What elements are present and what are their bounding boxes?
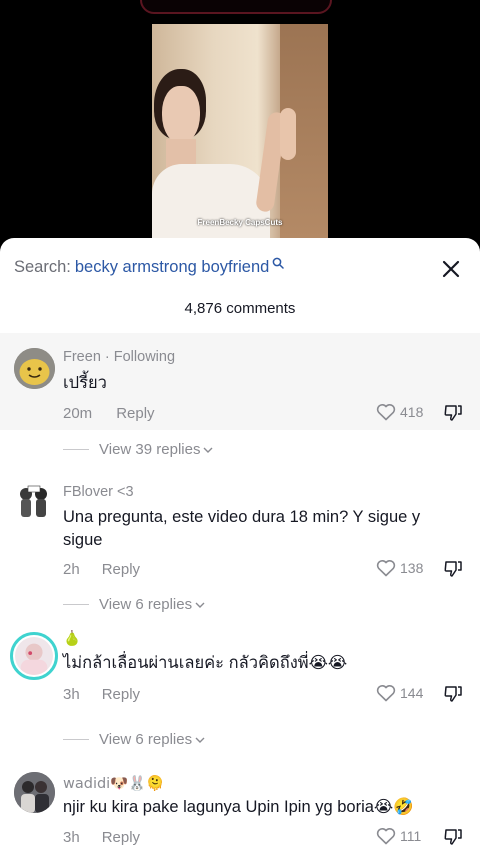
like-count: 111 [400,828,422,844]
search-prefix: Search: [14,257,71,276]
avatar[interactable] [13,484,56,520]
comment-time: 3h [63,686,80,703]
comment-text: เปรี้ยว [63,374,107,392]
like-count: 144 [400,685,424,701]
video-torso [152,164,270,240]
comment-username[interactable]: 🍐 [63,630,81,647]
video-thumbnail[interactable]: FreenBecky CapsCuts [152,24,328,240]
avatar[interactable] [10,632,58,680]
close-icon[interactable] [440,258,462,280]
comment-meta: 3h Reply [63,829,140,846]
heart-icon [376,560,396,577]
like-count: 138 [400,560,424,576]
video-watermark: FreenBecky CapsCuts [197,218,283,227]
comment-item: FBlover <3 Una pregunta, este video dura… [0,476,480,580]
comment-username[interactable]: wadidi🐶🐰🫠 [63,775,164,792]
two-girls-sketch-icon [13,484,56,520]
search-query-link[interactable]: becky armstrong boyfriend [75,258,269,277]
search-suggestion[interactable]: Search: becky armstrong boyfriend [14,256,285,278]
reply-button[interactable]: Reply [102,686,140,703]
chevron-down-icon [195,602,205,608]
comment-item: wadidi🐶🐰🫠 njir ku kira pake lagunya Upin… [0,768,480,854]
comment-time: 3h [63,829,80,846]
comment-time: 20m [63,405,93,422]
comment-meta: 2h Reply [63,561,140,578]
divider-line [63,739,89,740]
comment-item: 🍐 ไม่กล้าเลื่อนผ่านเลยค่ะ กลัวคิดถึงพี่😭… [0,628,480,718]
video-hand [280,108,296,160]
like-count: 418 [400,404,424,420]
like-button[interactable]: 418 [376,403,423,421]
reply-button[interactable]: Reply [102,829,140,846]
chevron-down-icon [203,447,213,453]
thumbs-down-icon[interactable] [443,827,463,847]
reply-button[interactable]: Reply [116,405,154,422]
profile-photo-icon [15,637,53,675]
comment-item: Freen · Following เปรี้ยว 20m Reply 418 [0,333,480,430]
chevron-down-icon [195,737,205,743]
comments-sheet: Search: becky armstrong boyfriend 4,876 … [0,238,480,854]
divider-line [63,449,89,450]
view-replies-label: View 6 replies [99,596,193,613]
comment-meta: 20m Reply [63,405,155,422]
comment-text: njir ku kira pake lagunya Upin Ipin yg b… [63,798,414,816]
couple-photo-icon [14,772,55,813]
heart-icon [376,685,396,702]
like-button[interactable]: 144 [376,684,423,702]
video-face [162,86,200,144]
comment-time: 2h [63,561,80,578]
comments-count: 4,876 comments [184,300,296,317]
comment-text: ไม่กล้าเลื่อนผ่านเลยค่ะ กลัวคิดถึงพี่😭😭 [63,654,348,672]
divider-line [63,604,89,605]
video-player[interactable]: FreenBecky CapsCuts [0,0,480,250]
search-icon [272,257,285,269]
comment-text: Una pregunta, este video dura 18 min? Y … [63,508,421,549]
reply-button[interactable]: Reply [102,561,140,578]
avatar[interactable] [14,772,55,813]
view-replies-button[interactable]: View 6 replies [63,596,205,613]
like-button[interactable]: 111 [376,827,421,845]
comment-username[interactable]: FBlover <3 [63,484,134,500]
thumbs-down-icon[interactable] [443,403,463,423]
thumbs-down-icon[interactable] [443,559,463,579]
video-top-pill [140,0,332,14]
view-replies-label: View 6 replies [99,731,193,748]
smiling-face-icon [14,348,55,389]
view-replies-button[interactable]: View 6 replies [63,731,205,748]
heart-icon [376,828,396,845]
comment-username[interactable]: Freen · Following [63,349,175,365]
thumbs-down-icon[interactable] [443,684,463,704]
comment-meta: 3h Reply [63,686,140,703]
avatar[interactable] [14,348,55,389]
heart-icon [376,404,396,421]
like-button[interactable]: 138 [376,559,423,577]
view-replies-label: View 39 replies [99,441,201,458]
view-replies-button[interactable]: View 39 replies [63,441,213,458]
